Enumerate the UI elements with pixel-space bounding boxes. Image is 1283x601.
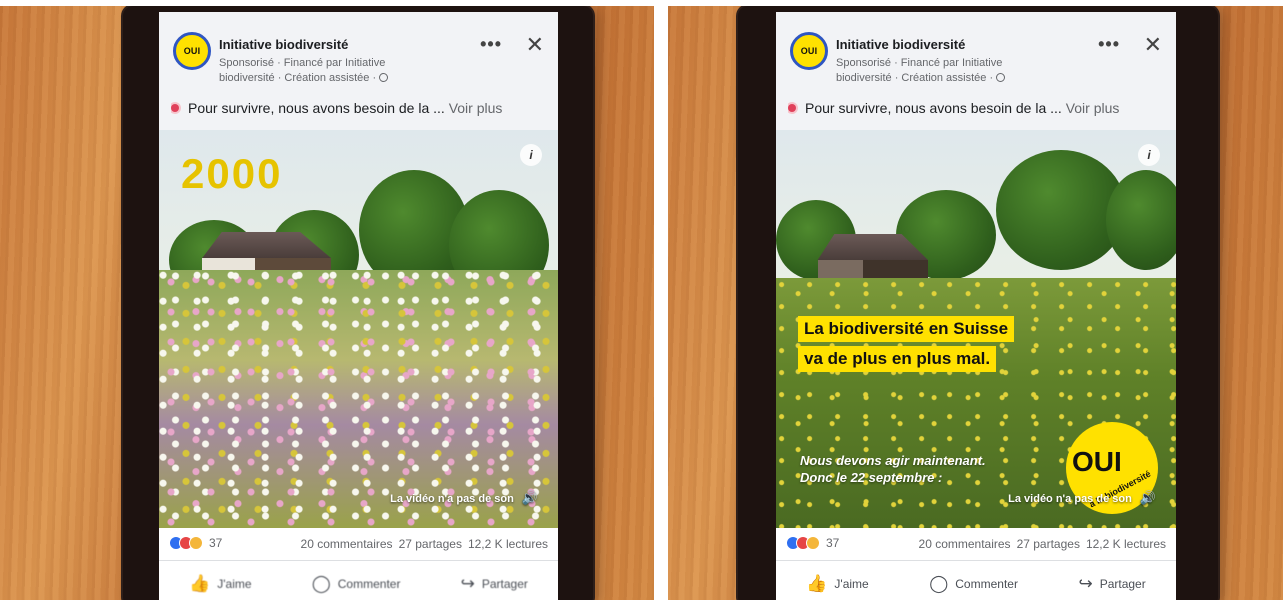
see-more-link[interactable]: Voir plus <box>1066 100 1120 116</box>
post-stats: 37 20 commentaires 27 partages 12,2 K lect… <box>776 528 1176 560</box>
comment-count[interactable]: 20 commentaires <box>301 537 393 551</box>
post-actions: 👍 J'aime ◯ Commenter ↪ Partager <box>776 560 1176 600</box>
facebook-post: OUI Initiative biodiversité Sponsorisé ·… <box>776 12 1176 600</box>
video-player[interactable]: i La biodiversité en Suisse va de plus e… <box>776 130 1176 528</box>
flower-icon <box>171 104 179 112</box>
info-icon[interactable]: i <box>520 144 542 166</box>
caption-text: Pour survivre, nous avons besoin de la .… <box>805 100 1062 116</box>
engagement-counts: 20 commentaires 27 partages 12,2 K lecture… <box>913 537 1166 551</box>
share-button[interactable]: ↪ Partager <box>461 574 528 594</box>
no-sound-text: La vidéo n'a pas de son <box>1008 493 1132 505</box>
flower-icon <box>788 104 796 112</box>
headline: La biodiversité en Suisse va de plus en … <box>798 316 1015 376</box>
phone-frame: OUI Initiative biodiversité Sponsorisé ·… <box>123 6 593 600</box>
comment-button[interactable]: ◯ Commenter <box>929 574 1018 594</box>
view-count: 12,2 K lectures <box>467 537 548 551</box>
like-label: J'aime <box>217 576 252 591</box>
photo-left: OUI Initiative biodiversité Sponsorisé ·… <box>0 6 654 600</box>
view-count: 12,2 K lectures <box>1085 537 1166 551</box>
post-caption: Pour survivre, nous avons besoin de la .… <box>788 100 1166 116</box>
more-icon[interactable]: ••• <box>1098 34 1120 55</box>
globe-icon <box>379 73 389 82</box>
page-name[interactable]: Initiative biodiversité <box>836 37 965 52</box>
close-icon[interactable]: ✕ <box>526 32 544 58</box>
close-icon[interactable]: ✕ <box>1144 32 1162 58</box>
headline-line-1: La biodiversité en Suisse <box>798 316 1015 342</box>
speaker-icon[interactable]: 🔊 <box>1140 490 1156 506</box>
post-header: OUI Initiative biodiversité Sponsorisé ·… <box>159 12 558 102</box>
thumbs-up-icon: 👍 <box>189 573 211 593</box>
house <box>808 234 928 280</box>
like-label: J'aime <box>834 576 869 591</box>
post-meta: Sponsorisé · Financé par Initiative biod… <box>219 56 429 86</box>
phone-frame: OUI Initiative biodiversité Sponsorisé ·… <box>738 6 1218 600</box>
call-line-2: Donc le 22 septembre : <box>800 470 943 485</box>
share-icon: ↪ <box>1078 573 1093 593</box>
reaction-count: 37 <box>209 536 223 550</box>
post-meta: Sponsorisé · Financé par Initiative biod… <box>836 56 1046 86</box>
share-count[interactable]: 27 partages <box>399 537 462 551</box>
comment-label: Commenter <box>955 576 1018 591</box>
post-meta-text: Sponsorisé · Financé par Initiative biod… <box>836 57 1003 84</box>
share-count[interactable]: 27 partages <box>1017 537 1080 551</box>
engagement-counts: 20 commentaires 27 partages 12,2 K lecture… <box>295 537 548 551</box>
no-sound-label: La vidéo n'a pas de son 🔊 <box>390 490 538 506</box>
facebook-post: OUI Initiative biodiversité Sponsorisé ·… <box>159 12 558 600</box>
caption-text: Pour survivre, nous avons besoin de la .… <box>188 100 445 116</box>
logo-text: OUI <box>800 46 818 56</box>
share-label: Partager <box>481 576 528 591</box>
badge-oui-text: OUI <box>1072 446 1122 477</box>
post-caption: Pour survivre, nous avons besoin de la .… <box>171 100 548 116</box>
headline-line-2: va de plus en plus mal. <box>798 346 997 372</box>
more-icon[interactable]: ••• <box>480 34 502 55</box>
tree <box>1106 170 1176 270</box>
reaction-count: 37 <box>826 536 840 550</box>
globe-icon <box>996 73 1006 82</box>
post-stats: 37 20 commentaires 27 partages 12,2 K lect… <box>159 528 558 560</box>
page-avatar[interactable]: OUI <box>173 32 211 70</box>
page-avatar[interactable]: OUI <box>790 32 828 70</box>
like-button[interactable]: 👍 J'aime <box>189 574 251 594</box>
logo-text: OUI <box>183 46 201 56</box>
care-reaction-icon <box>189 536 203 550</box>
info-icon[interactable]: i <box>1138 144 1160 166</box>
post-actions: 👍 J'aime ◯ Commenter ↪ Partager <box>159 560 558 600</box>
call-to-action: Nous devons agir maintenant. Donc le 22 s… <box>800 452 986 486</box>
post-header: OUI Initiative biodiversité Sponsorisé ·… <box>776 12 1176 102</box>
comment-icon: ◯ <box>929 573 949 593</box>
photo-right: OUI Initiative biodiversité Sponsorisé ·… <box>668 6 1283 600</box>
share-icon: ↪ <box>460 573 475 593</box>
like-button[interactable]: 👍 J'aime <box>806 574 868 594</box>
share-button[interactable]: ↪ Partager <box>1078 574 1145 594</box>
reactions[interactable]: 37 <box>169 536 222 550</box>
no-sound-label: La vidéo n'a pas de son 🔊 <box>1008 490 1156 506</box>
call-line-1: Nous devons agir maintenant. <box>800 453 986 468</box>
page-name[interactable]: Initiative biodiversité <box>219 37 348 52</box>
comment-label: Commenter <box>337 576 401 591</box>
no-sound-text: La vidéo n'a pas de son <box>390 493 514 505</box>
year-label: 2000 <box>181 150 283 197</box>
comment-button[interactable]: ◯ Commenter <box>312 574 401 594</box>
reactions[interactable]: 37 <box>786 536 839 550</box>
comment-icon: ◯ <box>311 573 331 593</box>
speaker-icon[interactable]: 🔊 <box>522 490 538 506</box>
care-reaction-icon <box>806 536 820 550</box>
comment-count[interactable]: 20 commentaires <box>919 537 1011 551</box>
post-meta-text: Sponsorisé · Financé par Initiative biod… <box>219 57 386 84</box>
share-label: Partager <box>1099 576 1146 591</box>
thumbs-up-icon: 👍 <box>806 573 828 593</box>
video-player[interactable]: i 2000 La vidéo n'a pas de son 🔊 <box>159 130 558 528</box>
see-more-link[interactable]: Voir plus <box>449 100 503 116</box>
